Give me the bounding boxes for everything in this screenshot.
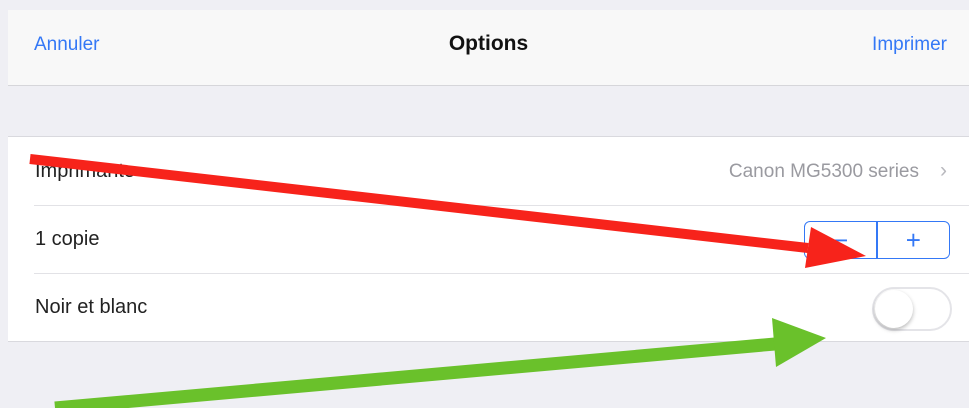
copies-row: 1 copie − + <box>8 205 969 273</box>
copies-stepper: − + <box>804 221 950 259</box>
page-title: Options <box>448 32 529 55</box>
printer-value: Canon MG5300 series <box>728 161 919 182</box>
printer-label: Imprimante <box>35 160 136 182</box>
toggle-knob <box>875 290 913 328</box>
decrement-button[interactable]: − <box>805 222 876 258</box>
print-button[interactable]: Imprimer <box>872 34 947 56</box>
black-white-label: Noir et blanc <box>35 296 148 318</box>
chevron-right-icon: › <box>940 159 947 182</box>
options-group: Imprimante Canon MG5300 series › 1 copie… <box>8 136 969 342</box>
black-white-row: Noir et blanc <box>8 273 969 341</box>
printer-row[interactable]: Imprimante Canon MG5300 series › <box>8 137 969 205</box>
copies-label: 1 copie <box>35 228 100 250</box>
black-white-toggle[interactable] <box>872 287 952 331</box>
increment-button[interactable]: + <box>878 222 949 258</box>
navigation-bar: Annuler Options Imprimer <box>8 10 969 86</box>
